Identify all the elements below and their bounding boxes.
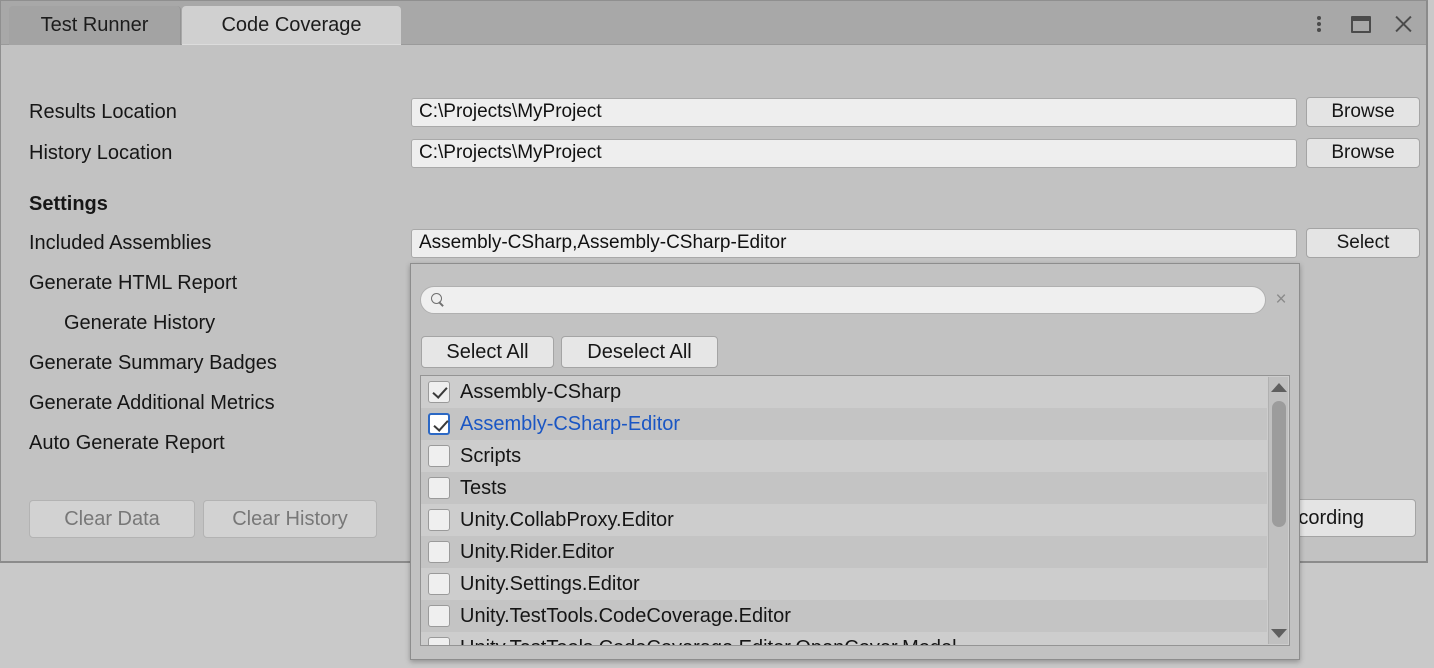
tab-code-coverage-label: Code Coverage <box>221 14 362 36</box>
assembly-item-label: Unity.TestTools.CodeCoverage.Editor.Open… <box>460 637 957 646</box>
assembly-item-label: Tests <box>460 476 507 499</box>
included-assemblies-label: Included Assemblies <box>29 231 212 254</box>
deselect-all-button[interactable]: Deselect All <box>561 336 718 368</box>
assembly-list: Assembly-CSharp Assembly-CSharp-Editor Scr… <box>421 376 1267 645</box>
assembly-list-frame: Assembly-CSharp Assembly-CSharp-Editor Scr… <box>420 375 1290 646</box>
results-location-label: Results Location <box>29 100 177 123</box>
assembly-list-item[interactable]: Tests <box>421 472 1267 504</box>
history-location-label: History Location <box>29 141 173 164</box>
maximize-box <box>1351 15 1371 33</box>
assembly-item-label: Scripts <box>460 444 522 467</box>
generate-history-label: Generate History <box>64 311 216 334</box>
settings-header: Settings <box>29 192 108 215</box>
assembly-item-label: Unity.Rider.Editor <box>460 540 615 563</box>
assembly-item-label: Assembly-CSharp <box>460 380 622 403</box>
row-results-location: Results Location C:\Projects\MyProject B… <box>1 96 1426 128</box>
dropdown-select-buttons: Select All Deselect All <box>421 336 718 368</box>
assembly-checkbox[interactable] <box>428 509 450 531</box>
included-assemblies-select-button[interactable]: Select <box>1306 228 1420 258</box>
assembly-item-label: Unity.Settings.Editor <box>460 572 640 595</box>
row-settings-header: Settings <box>1 188 1426 220</box>
window-controls <box>1306 9 1416 39</box>
included-assemblies-input[interactable]: Assembly-CSharp,Assembly-CSharp-Editor <box>411 228 1297 258</box>
clear-data-button[interactable]: Clear Data <box>29 500 195 538</box>
assembly-list-item[interactable]: Unity.CollabProxy.Editor <box>421 504 1267 536</box>
history-location-browse-button[interactable]: Browse <box>1306 138 1420 168</box>
assembly-checkbox[interactable] <box>428 381 450 403</box>
scroll-down-arrow-icon[interactable] <box>1270 629 1287 638</box>
dropdown-search-row: × <box>420 286 1292 314</box>
maximize-icon[interactable] <box>1348 11 1374 37</box>
search-icon <box>431 293 445 307</box>
results-location-browse-button[interactable]: Browse <box>1306 97 1420 127</box>
assembly-checkbox[interactable] <box>428 637 450 645</box>
row-included-assemblies: Included Assemblies Assembly-CSharp,Asse… <box>1 227 1426 259</box>
assembly-list-item[interactable]: Assembly-CSharp <box>421 376 1267 408</box>
assembly-list-item[interactable]: Assembly-CSharp-Editor <box>421 408 1267 440</box>
generate-additional-metrics-label: Generate Additional Metrics <box>29 391 275 414</box>
tab-code-coverage[interactable]: Code Coverage <box>182 6 401 45</box>
assembly-list-item[interactable]: Unity.TestTools.CodeCoverage.Editor.Open… <box>421 632 1267 645</box>
assembly-list-item[interactable]: Unity.TestTools.CodeCoverage.Editor <box>421 600 1267 632</box>
assembly-list-item[interactable]: Scripts <box>421 440 1267 472</box>
generate-html-report-label: Generate HTML Report <box>29 271 238 294</box>
assembly-checkbox[interactable] <box>428 605 450 627</box>
auto-generate-report-label: Auto Generate Report <box>29 431 225 454</box>
assembly-checkbox[interactable] <box>428 573 450 595</box>
assembly-checkbox[interactable] <box>428 445 450 467</box>
scrollbar-thumb[interactable] <box>1272 401 1286 527</box>
assembly-item-label: Assembly-CSharp-Editor <box>460 412 681 435</box>
assembly-checkbox[interactable] <box>428 413 450 435</box>
generate-summary-badges-label: Generate Summary Badges <box>29 351 277 374</box>
assembly-list-item[interactable]: Unity.Rider.Editor <box>421 536 1267 568</box>
history-location-input[interactable]: C:\Projects\MyProject <box>411 138 1297 168</box>
kebab-dot <box>1317 16 1321 20</box>
scroll-up-arrow-icon[interactable] <box>1270 383 1287 392</box>
kebab-dot <box>1317 22 1321 26</box>
kebab-menu-icon[interactable] <box>1306 11 1332 37</box>
assembly-list-item[interactable]: Unity.Settings.Editor <box>421 568 1267 600</box>
close-icon[interactable] <box>1390 11 1416 37</box>
close-x-glyph <box>1393 14 1413 34</box>
results-location-input[interactable]: C:\Projects\MyProject <box>411 97 1297 127</box>
search-input[interactable] <box>420 286 1266 314</box>
bottom-button-group: Clear Data Clear History <box>29 500 377 538</box>
assembly-checkbox[interactable] <box>428 477 450 499</box>
start-recording-button[interactable]: Start Recording <box>1286 499 1416 537</box>
tab-test-runner[interactable]: Test Runner <box>9 6 181 45</box>
select-all-button[interactable]: Select All <box>421 336 554 368</box>
tab-test-runner-label: Test Runner <box>40 14 149 36</box>
assembly-list-scrollbar[interactable] <box>1268 377 1288 644</box>
assembly-select-dropdown: × Select All Deselect All Assembly-CShar… <box>410 263 1300 660</box>
tab-bar: Test Runner Code Coverage <box>1 1 1426 45</box>
row-history-location: History Location C:\Projects\MyProject B… <box>1 137 1426 169</box>
kebab-dot <box>1317 28 1321 32</box>
clear-history-button[interactable]: Clear History <box>203 500 377 538</box>
assembly-item-label: Unity.CollabProxy.Editor <box>460 508 674 531</box>
assembly-item-label: Unity.TestTools.CodeCoverage.Editor <box>460 604 791 627</box>
clear-search-icon[interactable]: × <box>1270 287 1292 313</box>
assembly-checkbox[interactable] <box>428 541 450 563</box>
